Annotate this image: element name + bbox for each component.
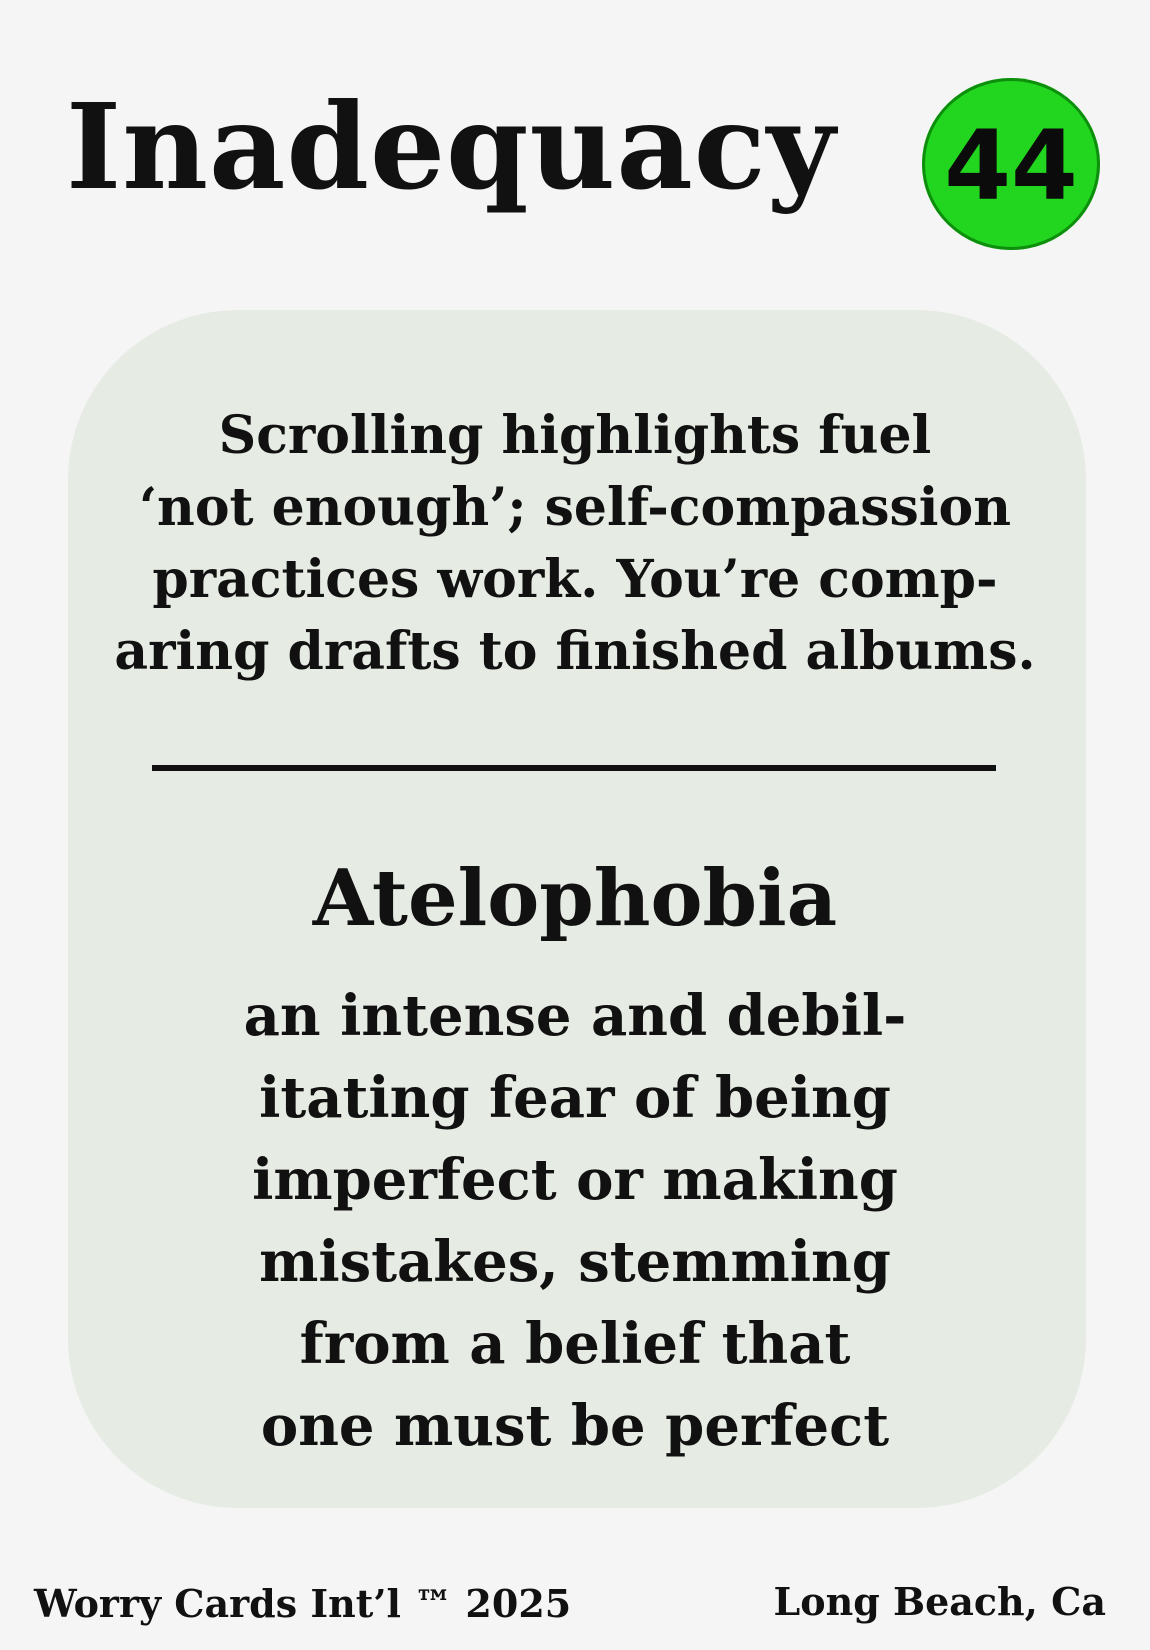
- card-number: 44: [944, 110, 1078, 222]
- card-title: Inadequacy: [66, 77, 837, 216]
- divider: [152, 765, 996, 771]
- worry-description: Scrolling highlights fuel ‘not enough’; …: [114, 405, 1036, 682]
- phobia-definition: an intense and debil- itating fear of be…: [243, 983, 907, 1459]
- footer-location: Long Beach, Ca: [773, 1579, 1107, 1624]
- card-number-badge: 44: [922, 78, 1100, 250]
- phobia-term: Atelophobia: [312, 853, 838, 944]
- footer-copyright: Worry Cards Int’l ™ 2025: [34, 1581, 572, 1626]
